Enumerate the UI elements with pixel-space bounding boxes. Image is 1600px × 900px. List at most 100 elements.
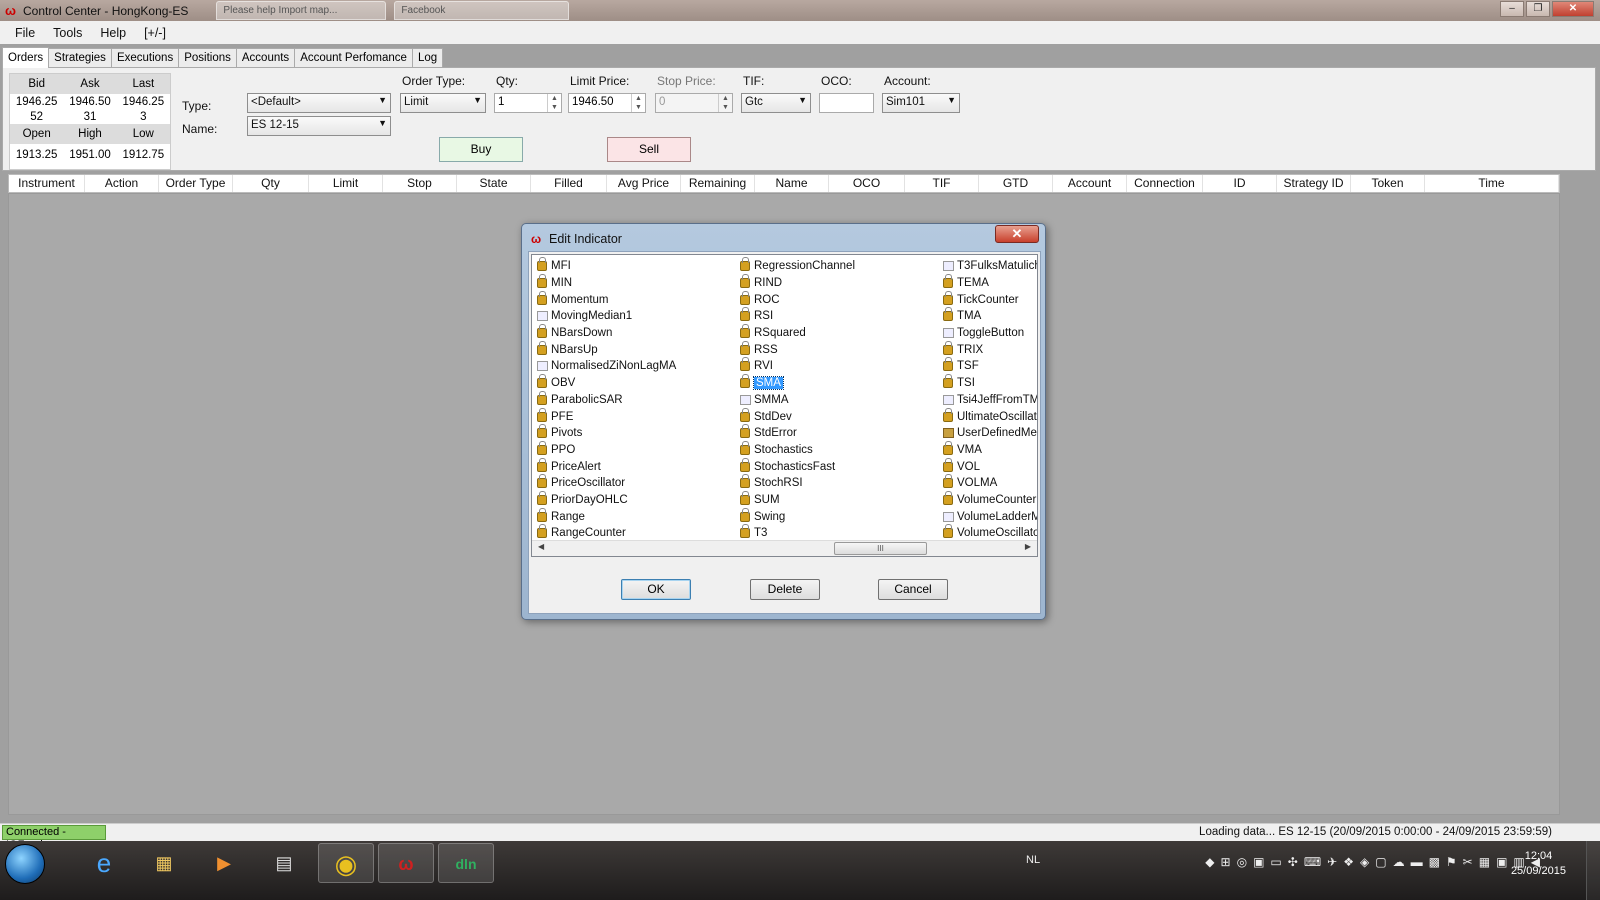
indicator-list[interactable]: MFI MIN Momentum MovingMedian1 NBarsDown NBar… — [531, 254, 1038, 557]
indicator-item[interactable]: Range — [534, 507, 734, 525]
close-button[interactable]: ✕ — [1552, 1, 1594, 17]
clock[interactable]: 12:04 25/09/2015 — [1511, 849, 1566, 879]
indicator-item[interactable]: UserDefinedMeth — [940, 425, 1037, 442]
tray-app-icon[interactable]: ▦ — [1479, 855, 1490, 869]
menu-file[interactable]: File — [6, 26, 44, 40]
tab-log[interactable]: Log — [411, 48, 444, 68]
indicator-item[interactable]: TMA — [940, 307, 1037, 325]
indicator-item[interactable]: MovingMedian1 — [534, 308, 734, 325]
dropbox-icon[interactable]: ❖ — [1343, 855, 1354, 869]
qty-stepper[interactable]: 1 ▲ ▼ — [494, 93, 562, 113]
tray-app-icon[interactable]: ◈ — [1360, 855, 1369, 869]
indicator-item[interactable]: ToggleButton — [940, 325, 1037, 342]
indicator-item[interactable]: SMMA — [737, 392, 937, 409]
indicator-item[interactable]: StochRSI — [737, 474, 937, 492]
tray-app-icon[interactable]: ✈ — [1327, 855, 1337, 869]
last-price[interactable]: 1946.25 — [117, 96, 170, 108]
indicator-item[interactable]: VolumeCounter — [940, 490, 1037, 509]
column-header[interactable]: Avg Price — [607, 175, 681, 192]
indicator-item[interactable]: RSquared — [737, 324, 937, 342]
column-header[interactable]: Token — [1351, 175, 1425, 192]
tab-accounts[interactable]: Accounts — [235, 48, 296, 68]
tray-app-icon[interactable]: ◆ — [1205, 855, 1214, 869]
sell-button[interactable]: Sell — [607, 137, 691, 162]
indicator-item[interactable]: NBarsUp — [534, 340, 734, 358]
column-header[interactable]: Action — [85, 175, 159, 192]
tray-app-icon[interactable]: ▬ — [1411, 855, 1423, 869]
menu-help[interactable]: Help — [91, 26, 135, 40]
indicator-item[interactable]: ParabolicSAR — [534, 390, 734, 409]
tray-app-icon[interactable]: ▭ — [1270, 855, 1281, 869]
indicator-item[interactable]: NormalisedZiNonLagMA — [534, 358, 734, 375]
tab-strategies[interactable]: Strategies — [48, 48, 112, 68]
keyboard-icon[interactable]: ⌨ — [1304, 855, 1321, 869]
horizontal-scrollbar[interactable]: ◀ III ▶ — [532, 540, 1037, 556]
column-header[interactable]: Stop — [383, 175, 457, 192]
indicator-item[interactable]: PriorDayOHLC — [534, 490, 734, 509]
tray-app-icon[interactable]: ▢ — [1375, 855, 1386, 869]
scrollbar-thumb[interactable]: III — [834, 542, 927, 555]
indicator-item[interactable]: Swing — [737, 507, 937, 525]
tab-account-performance[interactable]: Account Perfomance — [294, 48, 413, 68]
column-header[interactable]: Account — [1053, 175, 1127, 192]
indicator-item[interactable]: OBV — [534, 374, 734, 392]
start-button[interactable] — [5, 844, 45, 884]
browser-tab[interactable]: Please help Import map... — [216, 1, 387, 20]
type-select[interactable]: <Default> ▼ — [247, 93, 391, 113]
ok-button[interactable]: OK — [621, 579, 691, 600]
indicator-item[interactable]: VOLMA — [940, 474, 1037, 492]
indicator-item[interactable]: MIN — [534, 274, 734, 292]
menu-tools[interactable]: Tools — [44, 26, 91, 40]
indicator-item[interactable]: RSS — [737, 340, 937, 358]
column-header[interactable]: Qty — [233, 175, 309, 192]
tray-app-icon[interactable]: ▩ — [1429, 855, 1440, 869]
order-type-select[interactable]: Limit ▼ — [400, 93, 486, 113]
indicator-item[interactable]: T3FulksMatulich — [940, 258, 1037, 275]
spinner-arrows-icon[interactable]: ▲ ▼ — [547, 94, 561, 112]
column-header[interactable]: Instrument — [9, 175, 85, 192]
column-header[interactable]: ID — [1203, 175, 1277, 192]
indicator-item[interactable]: MFI — [534, 257, 734, 275]
presentation-app-icon[interactable]: ▤ — [256, 843, 312, 883]
instrument-select[interactable]: ES 12-15 ▼ — [247, 116, 391, 136]
browser-tab[interactable]: Facebook — [394, 1, 570, 20]
cancel-button[interactable]: Cancel — [878, 579, 948, 600]
indicator-item[interactable]: UltimateOscillator — [940, 407, 1037, 425]
column-header[interactable]: Time — [1425, 175, 1559, 192]
indicator-item[interactable]: Stochastics — [737, 440, 937, 459]
scroll-right-icon[interactable]: ▶ — [1025, 542, 1031, 551]
indicator-item[interactable]: StochasticsFast — [737, 457, 937, 475]
tab-positions[interactable]: Positions — [178, 48, 237, 68]
delete-button[interactable]: Delete — [750, 579, 820, 600]
windows-icon[interactable]: ⊞ — [1221, 855, 1231, 869]
oco-input[interactable] — [819, 93, 874, 113]
maximize-button[interactable]: ❐ — [1526, 1, 1550, 17]
indicator-item[interactable]: TRIX — [940, 340, 1037, 358]
ninjatrader-icon[interactable]: ω — [378, 843, 434, 883]
action-center-flag-icon[interactable]: ⚑ — [1446, 855, 1457, 869]
indicator-item[interactable]: VolumeLadderMet — [940, 508, 1037, 525]
bid-price[interactable]: 1946.25 — [10, 96, 63, 108]
tray-app-icon[interactable]: ▣ — [1496, 855, 1507, 869]
tray-app-icon[interactable]: ☁ — [1393, 855, 1405, 869]
buy-button[interactable]: Buy — [439, 137, 523, 162]
column-header[interactable]: Name — [755, 175, 829, 192]
chrome-icon[interactable]: ◉ — [318, 843, 374, 883]
indicator-item[interactable]: TSF — [940, 357, 1037, 375]
language-indicator[interactable]: NL — [1026, 854, 1040, 866]
column-header[interactable]: TIF — [905, 175, 979, 192]
indicator-item[interactable]: SMA — [737, 374, 937, 392]
column-header[interactable]: Connection — [1127, 175, 1203, 192]
tab-orders[interactable]: Orders — [2, 47, 50, 68]
column-header[interactable]: GTD — [979, 175, 1053, 192]
column-header[interactable]: State — [457, 175, 531, 192]
indicator-item[interactable]: RegressionChannel — [737, 257, 937, 275]
indicator-item[interactable]: RVI — [737, 357, 937, 375]
column-header[interactable]: Filled — [531, 175, 607, 192]
dialog-close-button[interactable]: ✕ — [995, 225, 1039, 243]
indicator-item[interactable]: TEMA — [940, 274, 1037, 292]
internet-explorer-icon[interactable]: e — [76, 843, 132, 883]
indicator-item[interactable]: Tsi4JeffFromTMF — [940, 392, 1037, 409]
media-player-icon[interactable]: ▶ — [196, 843, 252, 883]
limit-price-stepper[interactable]: 1946.50 ▲ ▼ — [568, 93, 646, 113]
